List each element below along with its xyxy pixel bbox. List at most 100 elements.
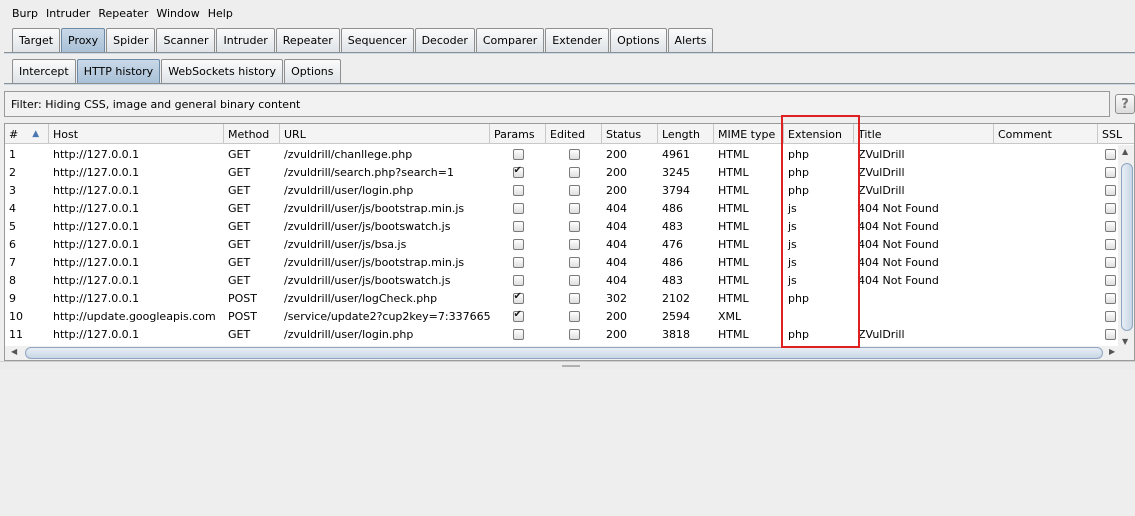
cell-method: GET <box>228 237 251 251</box>
tab-spider[interactable]: Spider <box>106 28 156 52</box>
cell-ssl <box>1098 163 1118 181</box>
column-header-mime-type[interactable]: MIME type <box>714 124 784 144</box>
cell-length: 4961 <box>662 147 690 161</box>
cell-status: 404 <box>606 273 627 287</box>
request-response-pane <box>0 369 1135 516</box>
cell-comment <box>994 307 1098 325</box>
menu-help[interactable]: Help <box>204 7 237 20</box>
cell-method: GET <box>228 183 251 197</box>
cell-params <box>490 199 546 217</box>
cell-host: http://127.0.0.1 <box>53 255 140 269</box>
table-row[interactable]: 4 http://127.0.0.1 GET/zvuldrill/user/js/b… <box>5 199 1134 217</box>
cell-url: /zvuldrill/user/js/bootswatch.js <box>284 219 451 233</box>
cell-length: 2102 <box>662 291 690 305</box>
tab-sequencer[interactable]: Sequencer <box>340 28 414 52</box>
cell-mime-type: HTML <box>718 147 749 161</box>
column-header-edited[interactable]: Edited <box>546 124 602 144</box>
cell-mime-type: HTML <box>718 237 749 251</box>
table-row[interactable]: 10 http://update.googleapis.com POST/servi… <box>5 307 1134 325</box>
subtab-websockets-history[interactable]: WebSockets history <box>161 59 284 83</box>
tab-alerts[interactable]: Alerts <box>667 28 714 52</box>
tab-repeater[interactable]: Repeater <box>275 28 340 52</box>
scroll-down-icon[interactable]: ▼ <box>1122 337 1128 346</box>
cell-method: POST <box>228 291 257 305</box>
cell-params <box>490 181 546 199</box>
scroll-up-icon[interactable]: ▲ <box>1122 147 1128 156</box>
cell-host: http://127.0.0.1 <box>53 165 140 179</box>
menu-burp[interactable]: Burp <box>8 7 42 20</box>
column-header-title[interactable]: Title <box>854 124 994 144</box>
cell-length: 486 <box>662 201 683 215</box>
subtab-http-history[interactable]: HTTP history <box>76 59 161 83</box>
cell-title: 404 Not Found <box>858 237 939 251</box>
column-header-comment[interactable]: Comment <box>994 124 1098 144</box>
checkbox <box>568 184 580 196</box>
checkbox <box>512 274 524 286</box>
table-row[interactable]: 6 http://127.0.0.1 GET/zvuldrill/user/js/b… <box>5 235 1134 253</box>
column-header-status[interactable]: Status <box>602 124 658 144</box>
column-header-ssl[interactable]: SSL <box>1098 124 1134 144</box>
tab-target[interactable]: Target <box>12 28 61 52</box>
checkbox <box>1105 256 1116 268</box>
table-header: # ▲ Host Method URL Params Edited Status … <box>5 124 1134 144</box>
cell-url: /service/update2?cup2key=7:33766521... <box>284 309 490 323</box>
filter-bar[interactable]: Filter: Hiding CSS, image and general bi… <box>4 91 1110 117</box>
scroll-left-icon[interactable]: ◀ <box>11 347 17 356</box>
table-row[interactable]: 7 http://127.0.0.1 GET/zvuldrill/user/js/b… <box>5 253 1134 271</box>
column-header-params[interactable]: Params <box>490 124 546 144</box>
menu-repeater[interactable]: Repeater <box>94 7 152 20</box>
cell-method: GET <box>228 147 251 161</box>
cell-url: /zvuldrill/user/js/bootstrap.min.js <box>284 255 465 269</box>
cell-ssl <box>1098 325 1118 343</box>
tab-options[interactable]: Options <box>610 28 667 52</box>
column-header-url[interactable]: URL <box>280 124 490 144</box>
table-row[interactable]: 9 http://127.0.0.1 POST/zvuldrill/user/log… <box>5 289 1134 307</box>
cell-mime-type: HTML <box>718 165 749 179</box>
cell-host: http://127.0.0.1 <box>53 237 140 251</box>
checkbox <box>568 292 580 304</box>
cell-ssl <box>1098 253 1118 271</box>
splitter-grip-icon[interactable] <box>562 365 580 367</box>
cell-status: 200 <box>606 183 627 197</box>
subtab-intercept[interactable]: Intercept <box>12 59 76 83</box>
tab-intruder[interactable]: Intruder <box>216 28 275 52</box>
cell-length: 2594 <box>662 309 690 323</box>
scroll-right-icon[interactable]: ▶ <box>1109 347 1115 356</box>
cell-status: 404 <box>606 255 627 269</box>
tab-scanner[interactable]: Scanner <box>156 28 216 52</box>
tab-decoder[interactable]: Decoder <box>414 28 475 52</box>
horizontal-scrollbar[interactable]: ◀ ▶ <box>5 346 1134 360</box>
cell-status: 404 <box>606 237 627 251</box>
vertical-scroll-thumb[interactable] <box>1121 163 1133 331</box>
cell-mime-type: HTML <box>718 273 749 287</box>
checkbox <box>568 148 580 160</box>
horizontal-scroll-thumb[interactable] <box>25 347 1103 359</box>
table-row[interactable]: 2 http://127.0.0.1 GET/zvuldrill/search.ph… <box>5 163 1134 181</box>
pane-splitter[interactable] <box>0 361 1135 369</box>
subtab-options[interactable]: Options <box>284 59 341 83</box>
table-row[interactable]: 11 http://127.0.0.1 GET/zvuldrill/user/log… <box>5 325 1134 343</box>
cell-edited <box>546 271 602 289</box>
column-header-host[interactable]: Host <box>49 124 224 144</box>
column-header-number[interactable]: # ▲ <box>5 124 49 144</box>
help-button[interactable]: ? <box>1115 94 1135 114</box>
table-row[interactable]: 3 http://127.0.0.1 GET/zvuldrill/user/logi… <box>5 181 1134 199</box>
cell-edited <box>546 145 602 163</box>
tab-extender[interactable]: Extender <box>545 28 610 52</box>
tab-comparer[interactable]: Comparer <box>475 28 545 52</box>
table-row[interactable]: 8 http://127.0.0.1 GET/zvuldrill/user/js/b… <box>5 271 1134 289</box>
column-header-length[interactable]: Length <box>658 124 714 144</box>
cell-number: 10 <box>9 309 23 323</box>
checkbox <box>512 184 524 196</box>
table-row[interactable]: 5 http://127.0.0.1 GET/zvuldrill/user/js/b… <box>5 217 1134 235</box>
menu-intruder[interactable]: Intruder <box>42 7 94 20</box>
vertical-scrollbar[interactable]: ▲ ▼ <box>1118 145 1134 348</box>
menu-window[interactable]: Window <box>152 7 203 20</box>
cell-method: GET <box>228 201 251 215</box>
tab-proxy[interactable]: Proxy <box>61 28 106 52</box>
cell-url: /zvuldrill/user/js/bsa.js <box>284 237 407 251</box>
column-header-method[interactable]: Method <box>224 124 280 144</box>
checkbox <box>1105 274 1116 286</box>
table-row[interactable]: 1 http://127.0.0.1 GET/zvuldrill/chanllege… <box>5 145 1134 163</box>
cell-status: 200 <box>606 165 627 179</box>
